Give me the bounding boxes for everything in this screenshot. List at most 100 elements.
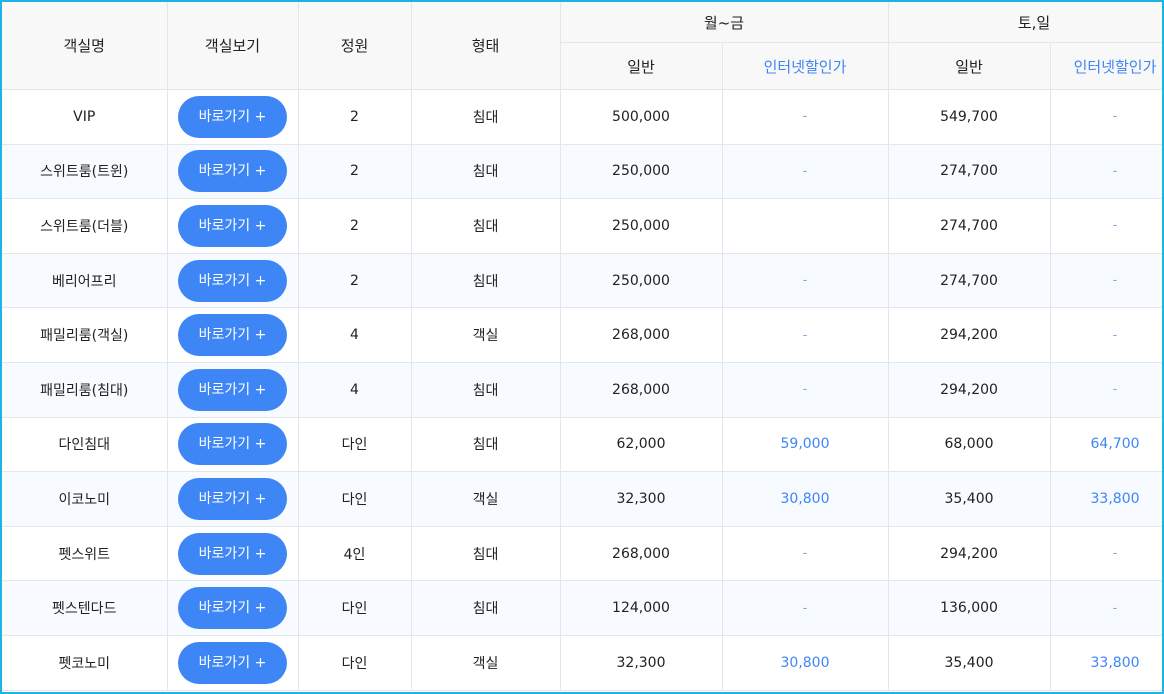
weekday-internet-price: 30,800 [722,471,889,527]
go-room-button[interactable]: 바로가기 + [178,641,287,684]
capacity-cell: 4인 [298,526,412,582]
weekday-internet-price: - [722,362,889,418]
weekend-internet-price: - [1050,526,1162,582]
weekend-general-price: 274,700 [888,253,1051,309]
room-name-cell: 패밀리룸(침대) [2,362,168,418]
go-room-button[interactable]: 바로가기 + [178,150,287,193]
room-price-table: 객실명 객실보기 정원 형태 월~금 토,일 일반 인터넷할인가 일반 인터넷할… [2,2,1162,691]
go-room-button[interactable]: 바로가기 + [178,477,287,520]
weekday-general-price: 268,000 [560,307,723,363]
weekday-general-price: 124,000 [560,580,723,636]
weekday-general-price: 62,000 [560,417,723,473]
type-cell: 객실 [411,307,561,363]
weekend-general-price: 68,000 [888,417,1051,473]
table-row: VIP 바로가기 +2 침대 500,000-549,700- [2,89,1162,145]
go-room-button[interactable]: 바로가기 + [178,368,287,411]
room-view-cell: 바로가기 + [167,89,299,145]
header-capacity: 정원 [298,2,412,90]
go-room-button[interactable]: 바로가기 + [178,532,287,575]
room-view-cell: 바로가기 + [167,526,299,582]
weekday-internet-price: - [722,144,889,200]
room-name-cell: VIP [2,89,168,145]
weekday-general-price: 250,000 [560,144,723,200]
room-view-cell: 바로가기 + [167,144,299,200]
go-room-button[interactable]: 바로가기 + [178,259,287,302]
weekday-general-price: 250,000 [560,198,723,254]
table-header: 객실명 객실보기 정원 형태 월~금 토,일 일반 인터넷할인가 일반 인터넷할… [2,2,1162,90]
capacity-cell: 2 [298,253,412,309]
capacity-cell: 다인 [298,635,412,691]
go-room-button[interactable]: 바로가기 + [178,95,287,138]
go-room-button[interactable]: 바로가기 + [178,204,287,247]
table-row: 패밀리룸(객실) 바로가기 +4 객실 268,000-294,200- [2,307,1162,363]
type-cell: 침대 [411,417,561,473]
weekday-internet-price: 30,800 [722,635,889,691]
capacity-cell: 2 [298,198,412,254]
type-cell: 침대 [411,253,561,309]
weekend-internet-price: - [1050,362,1162,418]
capacity-cell: 4 [298,307,412,363]
room-name-cell: 스위트룸(더블) [2,198,168,254]
table-row: 스위트룸(트윈) 바로가기 +2 침대 250,000-274,700- [2,144,1162,200]
weekend-internet-price: - [1050,580,1162,636]
weekend-general-price: 294,200 [888,526,1051,582]
type-cell: 객실 [411,635,561,691]
capacity-cell: 다인 [298,580,412,636]
capacity-cell: 다인 [298,471,412,527]
type-cell: 침대 [411,580,561,636]
weekend-general-price: 35,400 [888,635,1051,691]
weekend-internet-price: - [1050,144,1162,200]
room-name-cell: 스위트룸(트윈) [2,144,168,200]
weekend-internet-price: - [1050,307,1162,363]
table-row: 패밀리룸(침대) 바로가기 +4 침대 268,000-294,200- [2,362,1162,418]
type-cell: 침대 [411,144,561,200]
room-name-cell: 패밀리룸(객실) [2,307,168,363]
weekend-general-price: 294,200 [888,362,1051,418]
weekday-general-price: 32,300 [560,471,723,527]
weekday-internet-price: - [722,307,889,363]
capacity-cell: 2 [298,144,412,200]
weekend-internet-price: 33,800 [1050,471,1162,527]
room-view-cell: 바로가기 + [167,580,299,636]
room-view-cell: 바로가기 + [167,307,299,363]
weekday-general-price: 500,000 [560,89,723,145]
weekend-general-price: 274,700 [888,144,1051,200]
weekday-internet-price [722,198,889,254]
weekend-general-price: 136,000 [888,580,1051,636]
weekend-general-price: 549,700 [888,89,1051,145]
weekday-internet-price: - [722,580,889,636]
weekday-general-price: 268,000 [560,362,723,418]
header-weekend: 토,일 [888,2,1162,43]
header-weekday-internet: 인터넷할인가 [722,42,889,90]
go-room-button[interactable]: 바로가기 + [178,314,287,357]
table-row: 다인침대 바로가기 + 다인 침대 62,000 59,000 68,000 64,700 [2,417,1162,473]
weekday-internet-price: 59,000 [722,417,889,473]
table-row: 펫스텐다드 바로가기 + 다인 침대 124,000-136,000- [2,580,1162,636]
weekday-internet-price: - [722,89,889,145]
weekday-internet-price: - [722,253,889,309]
room-view-cell: 바로가기 + [167,635,299,691]
room-name-cell: 펫스텐다드 [2,580,168,636]
capacity-cell: 2 [298,89,412,145]
weekend-internet-price: - [1050,198,1162,254]
type-cell: 침대 [411,89,561,145]
weekend-general-price: 294,200 [888,307,1051,363]
header-weekday-general: 일반 [560,42,723,90]
go-room-button[interactable]: 바로가기 + [178,587,287,630]
room-view-cell: 바로가기 + [167,417,299,473]
weekend-internet-price: - [1050,253,1162,309]
go-room-button[interactable]: 바로가기 + [178,423,287,466]
weekend-internet-price: - [1050,89,1162,145]
room-view-cell: 바로가기 + [167,471,299,527]
weekday-internet-price: - [722,526,889,582]
header-room-name: 객실명 [2,2,168,90]
table-row: 펫스위트 바로가기 +4인 침대 268,000-294,200- [2,526,1162,582]
room-view-cell: 바로가기 + [167,253,299,309]
price-table-frame: 객실명 객실보기 정원 형태 월~금 토,일 일반 인터넷할인가 일반 인터넷할… [0,0,1164,694]
table-row: 베리어프리 바로가기 +2 침대 250,000-274,700- [2,253,1162,309]
weekend-general-price: 35,400 [888,471,1051,527]
type-cell: 객실 [411,471,561,527]
table-row: 이코노미 바로가기 + 다인 객실 32,300 30,800 35,400 33,800 [2,471,1162,527]
weekend-internet-price: 33,800 [1050,635,1162,691]
header-weekend-internet: 인터넷할인가 [1050,42,1162,90]
